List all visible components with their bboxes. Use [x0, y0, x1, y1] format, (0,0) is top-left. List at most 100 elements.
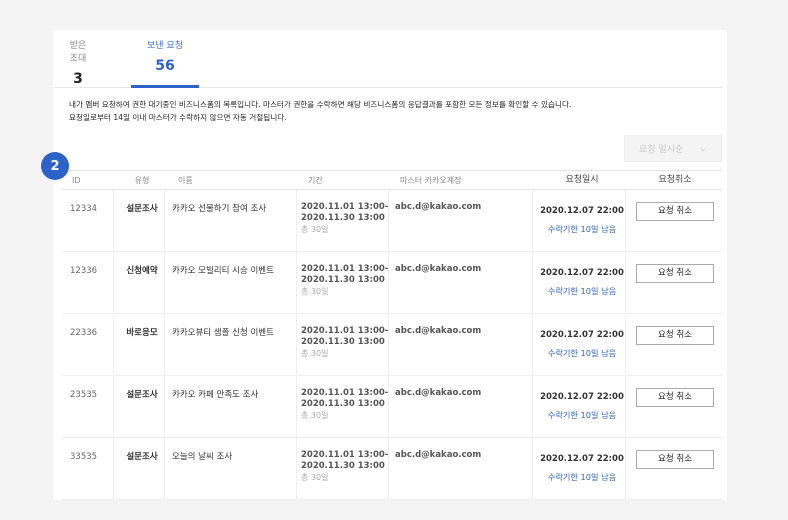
cancel-request-button[interactable]: 요청 취소: [636, 326, 714, 345]
sort-selected-value: 요청 일시순: [639, 145, 684, 155]
row-master-email: abc.d@kakao.com: [395, 326, 482, 336]
column-divider: [113, 314, 114, 375]
row-period: 2020.11.01 13:00- 2020.11.30 13:00 총 30일: [301, 202, 388, 235]
row-id: 12334: [70, 204, 98, 214]
cancel-request-button[interactable]: 요청 취소: [636, 388, 714, 407]
period-start: 2020.11.01 13:00-: [301, 202, 389, 212]
row-form-name: 카카오 모빌리티 시승 이벤트: [172, 266, 274, 276]
period-end: 2020.11.30 13:00: [301, 275, 385, 285]
col-requested-at: 요청일시: [565, 175, 599, 185]
table-body: 12334 설문조사 카카오 선물하기 참여 조사 2020.11.01 13:…: [62, 190, 722, 500]
column-divider: [296, 314, 297, 375]
row-type: 설문조사: [126, 390, 158, 400]
table-row: 33535 설문조사 오늘의 날씨 조사 2020.11.01 13:00- 2…: [62, 438, 722, 500]
row-type: 바로응모: [126, 328, 158, 338]
row-requested: 2020.12.07 22:00 수락기한 10일 남음: [532, 326, 632, 362]
table-row: 12336 신청예약 카카오 모빌리티 시승 이벤트 2020.11.01 13…: [62, 252, 722, 314]
requested-datetime: 2020.12.07 22:00: [540, 330, 624, 340]
acceptance-deadline: 수락기한 10일 남음: [547, 410, 617, 420]
period-total: 총 30일: [301, 349, 329, 358]
row-master-email: abc.d@kakao.com: [395, 264, 482, 274]
row-master-email: abc.d@kakao.com: [395, 450, 482, 460]
row-form-name: 카카오뷰티 샘플 신청 이벤트: [172, 328, 274, 338]
col-name: 이름: [178, 176, 193, 185]
row-form-name: 카카오 카페 만족도 조사: [172, 390, 259, 400]
row-id: 33535: [70, 452, 98, 462]
col-period: 기간: [308, 176, 323, 185]
column-divider: [296, 438, 297, 499]
period-total: 총 30일: [301, 473, 329, 482]
row-period: 2020.11.01 13:00- 2020.11.30 13:00 총 30일: [301, 450, 388, 483]
row-requested: 2020.12.07 22:00 수락기한 10일 남음: [532, 388, 632, 424]
table-row: 23535 설문조사 카카오 카페 만족도 조사 2020.11.01 13:0…: [62, 376, 722, 438]
row-requested: 2020.12.07 22:00 수락기한 10일 남음: [532, 202, 632, 238]
row-master-email: abc.d@kakao.com: [395, 202, 482, 212]
row-type: 설문조사: [126, 452, 158, 462]
description: 내가 멤버 요청하여 권한 대기중인 비즈니스폼의 목록입니다. 마스터가 권한…: [69, 98, 719, 124]
period-end: 2020.11.30 13:00: [301, 213, 385, 223]
table-header: ID 유형 이름 기간 마스터 카카오계정 요청일시 요청취소: [62, 170, 722, 190]
row-master-email: abc.d@kakao.com: [395, 388, 482, 398]
chevron-down-icon: ⌄: [698, 143, 707, 154]
period-start: 2020.11.01 13:00-: [301, 264, 389, 274]
requested-datetime: 2020.12.07 22:00: [540, 206, 624, 216]
cancel-request-button[interactable]: 요청 취소: [636, 202, 714, 221]
tab-count: 3: [73, 71, 83, 87]
acceptance-deadline: 수락기한 10일 남음: [547, 286, 617, 296]
period-end: 2020.11.30 13:00: [301, 399, 385, 409]
requested-datetime: 2020.12.07 22:00: [540, 268, 624, 278]
step-number-badge: 2: [41, 152, 69, 180]
period-total: 총 30일: [301, 225, 329, 234]
row-id: 12336: [70, 266, 98, 276]
table-row: 12334 설문조사 카카오 선물하기 참여 조사 2020.11.01 13:…: [62, 190, 722, 252]
column-divider: [113, 376, 114, 437]
row-requested: 2020.12.07 22:00 수락기한 10일 남음: [532, 264, 632, 300]
col-type: 유형: [134, 176, 150, 185]
row-form-name: 오늘의 날씨 조사: [172, 452, 233, 462]
row-period: 2020.11.01 13:00- 2020.11.30 13:00 총 30일: [301, 326, 388, 359]
period-start: 2020.11.01 13:00-: [301, 388, 389, 398]
tab-label: 보낸 요청: [147, 41, 183, 51]
row-id: 23535: [70, 390, 98, 400]
period-total: 총 30일: [301, 287, 329, 296]
description-line: 내가 멤버 요청하여 권한 대기중인 비즈니스폼의 목록입니다. 마스터가 권한…: [69, 100, 572, 109]
period-start: 2020.11.01 13:00-: [301, 450, 389, 460]
column-divider: [113, 252, 114, 313]
acceptance-deadline: 수락기한 10일 남음: [547, 224, 617, 234]
column-divider: [164, 252, 165, 313]
row-requested: 2020.12.07 22:00 수락기한 10일 남음: [532, 450, 632, 486]
sent-requests-table: ID 유형 이름 기간 마스터 카카오계정 요청일시 요청취소 12334 설문…: [62, 170, 722, 500]
tab-count: 56: [155, 58, 175, 74]
member-request-panel: 받은 초대 3 보낸 요청 56 내가 멤버 요청하여 권한 대기중인 비즈니스…: [41, 30, 727, 500]
description-line: 요청일로부터 14일 이내 마스터가 수락하지 않으면 자동 거절됩니다.: [69, 113, 287, 122]
column-divider: [296, 190, 297, 251]
row-period: 2020.11.01 13:00- 2020.11.30 13:00 총 30일: [301, 388, 388, 421]
acceptance-deadline: 수락기한 10일 남음: [547, 348, 617, 358]
row-type: 설문조사: [126, 204, 158, 214]
requested-datetime: 2020.12.07 22:00: [540, 454, 624, 464]
col-cancel: 요청취소: [658, 175, 692, 185]
period-end: 2020.11.30 13:00: [301, 337, 385, 347]
column-divider: [164, 190, 165, 251]
row-type: 신청예약: [126, 266, 158, 276]
cancel-request-button[interactable]: 요청 취소: [636, 264, 714, 283]
column-divider: [164, 438, 165, 499]
request-tabs: 받은 초대 3 보낸 요청 56: [53, 30, 723, 88]
period-total: 총 30일: [301, 411, 329, 420]
cancel-request-button[interactable]: 요청 취소: [636, 450, 714, 469]
acceptance-deadline: 수락기한 10일 남음: [547, 472, 617, 482]
col-id: ID: [72, 176, 81, 185]
table-row: 22336 바로응모 카카오뷰티 샘플 신청 이벤트 2020.11.01 13…: [62, 314, 722, 376]
tab-received-invites[interactable]: 받은 초대 3: [66, 38, 90, 87]
col-master-account: 마스터 카카오계정: [400, 176, 462, 185]
period-end: 2020.11.30 13:00: [301, 461, 385, 471]
tab-sent-requests[interactable]: 보낸 요청 56: [131, 38, 199, 88]
tab-label: 받은 초대: [69, 41, 87, 64]
sort-select[interactable]: 요청 일시순 ⌄: [624, 135, 722, 162]
column-divider: [296, 252, 297, 313]
column-divider: [113, 190, 114, 251]
column-divider: [296, 376, 297, 437]
row-form-name: 카카오 선물하기 참여 조사: [172, 204, 267, 214]
column-divider: [164, 314, 165, 375]
column-divider: [164, 376, 165, 437]
